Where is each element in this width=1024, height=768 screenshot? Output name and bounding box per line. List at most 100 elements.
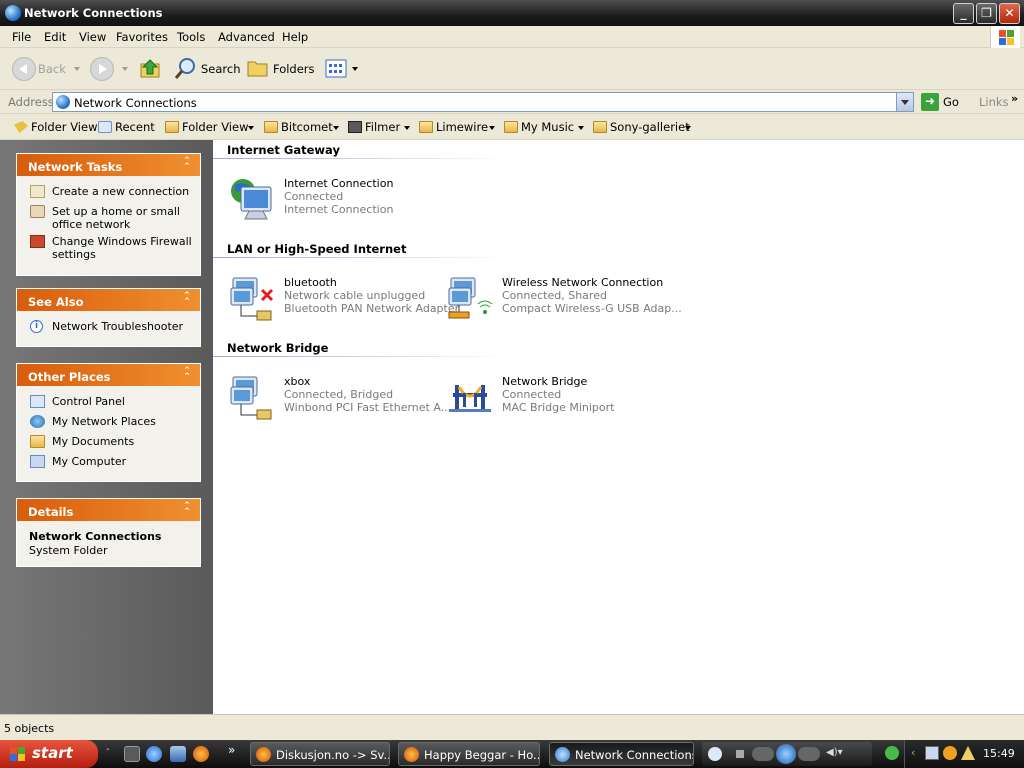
maximize-button[interactable]: ❐: [976, 3, 997, 24]
task-troubleshooter[interactable]: i Network Troubleshooter: [17, 320, 200, 333]
link-limewire[interactable]: Limewire: [419, 120, 488, 134]
close-button[interactable]: ✕: [999, 3, 1020, 24]
connection-status: Connected, Bridged: [284, 388, 394, 401]
collapse-chevron-icon: ⌃ ⌃: [183, 501, 191, 517]
address-label: Address: [8, 95, 54, 109]
details-name: Network Connections: [29, 530, 162, 543]
forward-arrow-icon: [90, 57, 114, 81]
network-tray-icon[interactable]: [925, 746, 939, 760]
show-hidden-icons-chevron-icon[interactable]: ‹: [911, 746, 915, 759]
taskbar: start - » Diskusjon.no -> Sv... Happy Be…: [0, 740, 1024, 768]
previous-icon: [752, 747, 774, 761]
folders-label: Folders: [273, 62, 315, 76]
folders-button[interactable]: Folders: [246, 56, 315, 82]
menu-favorites[interactable]: Favorites: [116, 30, 168, 44]
forward-button[interactable]: [88, 48, 118, 90]
bitcomet-dropdown-icon[interactable]: [333, 126, 339, 130]
connection-bluetooth[interactable]: bluetooth Network cable unplugged Blueto…: [229, 276, 459, 324]
menu-edit[interactable]: Edit: [44, 30, 66, 44]
link-recent[interactable]: Recent: [98, 120, 155, 134]
place-my-computer[interactable]: My Computer: [17, 455, 200, 468]
link-my-music[interactable]: My Music: [504, 120, 574, 134]
connection-wireless[interactable]: Wireless Network Connection Connected, S…: [447, 276, 682, 324]
connection-xbox[interactable]: xbox Connected, Bridged Winbond PCI Fast…: [229, 375, 451, 423]
menu-view[interactable]: View: [79, 30, 106, 44]
task-firewall[interactable]: Change Windows Firewall settings: [17, 235, 200, 261]
collapse-chevron-icon: ⌃ ⌃: [183, 291, 191, 307]
quicklaunch-more-icon[interactable]: »: [228, 743, 244, 759]
taskbar-item-network-connections[interactable]: Network Connections: [549, 742, 694, 766]
network-places-icon: [30, 415, 45, 428]
details-pane: Details ⌃ ⌃ Network Connections System Fol…: [16, 498, 201, 567]
search-button[interactable]: Search: [172, 56, 241, 82]
link-filmer[interactable]: Filmer: [348, 120, 400, 134]
task-home-network[interactable]: Set up a home or small office network: [17, 205, 200, 231]
taskbar-item-diskusjon[interactable]: Diskusjon.no -> Sv...: [250, 742, 390, 766]
see-also-header[interactable]: See Also ⌃ ⌃: [17, 289, 200, 311]
go-button[interactable]: Go: [943, 95, 959, 109]
address-input[interactable]: Network Connections: [52, 92, 914, 112]
network-connections-icon: [5, 5, 21, 21]
media-player-toolbar[interactable]: ◀)▾: [702, 742, 872, 766]
show-desktop-icon[interactable]: [124, 746, 140, 762]
details-header[interactable]: Details ⌃ ⌃: [17, 499, 200, 521]
clock[interactable]: 15:49: [983, 747, 1015, 760]
menu-file[interactable]: File: [12, 30, 31, 44]
collapse-chevron-icon: ⌃ ⌃: [183, 366, 191, 382]
media-icon[interactable]: [170, 746, 186, 762]
back-dropdown-icon[interactable]: [74, 67, 80, 71]
limewire-dropdown-icon[interactable]: [489, 126, 495, 130]
connections-view: Internet Gateway Internet Connection Con…: [213, 140, 1024, 714]
link-sony-galleriet[interactable]: Sony-galleriet: [593, 120, 690, 134]
connection-name: Wireless Network Connection: [502, 276, 664, 289]
warning-icon[interactable]: [961, 746, 975, 760]
explorer-window: Network Connections _ ❐ ✕ File Edit View…: [0, 0, 1024, 740]
firewall-icon: [30, 235, 45, 248]
connection-status: Connected: [284, 190, 344, 203]
go-arrow-icon[interactable]: ➜: [921, 93, 939, 111]
internet-explorer-icon[interactable]: [146, 746, 162, 762]
link-folder-view-2[interactable]: Folder View: [165, 120, 248, 134]
place-control-panel[interactable]: Control Panel: [17, 395, 200, 408]
network-tasks-header[interactable]: Network Tasks ⌃ ⌃: [17, 154, 200, 176]
other-places-header[interactable]: Other Places ⌃ ⌃: [17, 364, 200, 386]
tray-app-icon[interactable]: [943, 746, 957, 760]
title-bar[interactable]: Network Connections _ ❐ ✕: [0, 0, 1024, 26]
menu-bar: File Edit View Favorites Tools Advanced …: [0, 26, 1024, 48]
links-chevron-icon[interactable]: »: [1011, 92, 1018, 105]
place-my-documents[interactable]: My Documents: [17, 435, 200, 448]
my-music-dropdown-icon[interactable]: [578, 126, 584, 130]
links-label[interactable]: Links: [979, 95, 1009, 109]
connection-network-bridge[interactable]: Network Bridge Connected MAC Bridge Mini…: [447, 375, 662, 423]
menu-help[interactable]: Help: [282, 30, 308, 44]
folder-view-dropdown-icon[interactable]: [248, 126, 254, 130]
sony-galleriet-dropdown-icon[interactable]: [685, 126, 691, 130]
minimize-button[interactable]: _: [953, 3, 974, 24]
forward-dropdown-icon[interactable]: [122, 67, 128, 71]
see-also-pane: See Also ⌃ ⌃ i Network Troubleshooter: [16, 288, 201, 347]
link-bitcomet[interactable]: Bitcomet: [264, 120, 333, 134]
address-dropdown-button[interactable]: [896, 93, 913, 111]
task-create-connection[interactable]: Create a new connection: [17, 185, 200, 198]
search-label: Search: [201, 62, 241, 76]
firefox-icon[interactable]: [193, 746, 209, 762]
start-button[interactable]: start: [0, 740, 98, 768]
group-divider: [213, 257, 513, 258]
taskbar-item-happy-beggar[interactable]: Happy Beggar - Ho...: [398, 742, 540, 766]
film-icon: [348, 121, 362, 133]
link-folder-view-1[interactable]: Folder View: [14, 120, 97, 134]
back-arrow-icon: [12, 57, 36, 81]
menu-advanced[interactable]: Advanced: [218, 30, 275, 44]
up-folder-button[interactable]: [139, 56, 163, 80]
menu-tools[interactable]: Tools: [177, 30, 205, 44]
lan-connection-icon: [230, 376, 272, 420]
views-button[interactable]: [325, 58, 359, 80]
place-my-network-places[interactable]: My Network Places: [17, 415, 200, 428]
window-title: Network Connections: [24, 6, 163, 20]
info-icon: i: [30, 320, 43, 333]
group-title-lan: LAN or High-Speed Internet: [227, 242, 407, 256]
connection-internet[interactable]: Internet Connection Connected Internet C…: [229, 177, 444, 225]
tray-app-icon[interactable]: [885, 746, 899, 760]
back-button[interactable]: Back: [10, 48, 70, 90]
filmer-dropdown-icon[interactable]: [404, 126, 410, 130]
